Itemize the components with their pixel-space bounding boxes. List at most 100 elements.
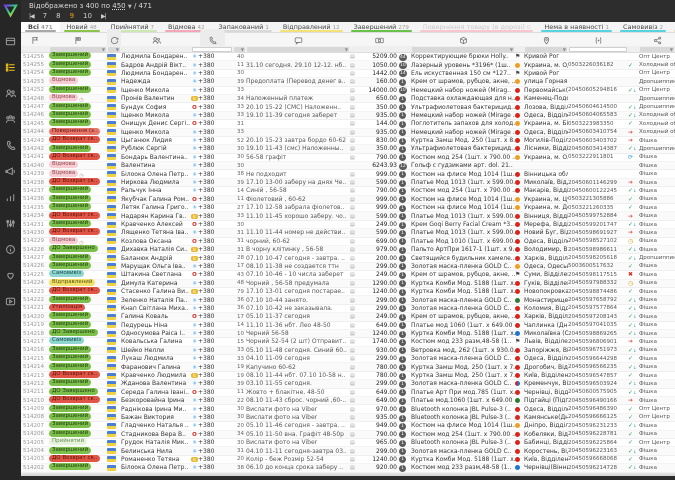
product-name[interactable]: Bluetooth колонка JBL Pulse-3 (.. <box>411 414 515 421</box>
table-row[interactable]: 514237ЗавершенийРальчук Інна✳+38014Синій… <box>21 187 675 195</box>
customer-name[interactable]: Ниркова Людмила <box>121 179 191 186</box>
support-icon[interactable] <box>0 262 21 288</box>
order-comment[interactable]: 11.10 11-36 нбт. Лео 48-50 <box>246 322 350 329</box>
order-comment[interactable]: Вислати фото на Viber <box>246 414 350 421</box>
customer-phone[interactable]: ✳+380 <box>191 330 233 337</box>
clients-icon[interactable] <box>0 106 21 132</box>
customer-phone[interactable]: ✳+380 <box>191 171 233 178</box>
delivery-city[interactable]: Харків, Відділе.. <box>524 313 568 320</box>
product-name[interactable]: Ель искуственная 150 см *127.. <box>411 70 515 77</box>
tracking-number[interactable]: 20450596503924 <box>568 381 628 387</box>
product-name[interactable]: Костюм мод 254 (1шт. х 790.00 .. <box>411 187 515 194</box>
customer-phone[interactable]: ✳+380 <box>191 280 233 287</box>
delivery-city[interactable]: Одеса, Відділен.. <box>524 112 568 119</box>
customer-phone[interactable]: ✳+380 <box>191 129 233 136</box>
product-name[interactable]: Платье Мод 1013 (1шт. х 599.00.. <box>411 213 515 220</box>
customer-phone[interactable]: O+380 <box>191 431 233 438</box>
customer-name[interactable]: Білоока Олена Петр.. <box>121 464 191 471</box>
tracking-number[interactable]: 20450599752884 <box>568 213 628 219</box>
order-comment[interactable]: 04.10 11-09 сегодня <box>246 355 350 362</box>
customer-name[interactable]: Кравченко Людмила <box>121 372 191 379</box>
customer-name[interactable]: Лукаш Людмила <box>121 355 191 362</box>
table-row[interactable]: 514203ДО Возврат ск..Романенко Тетянаlc+… <box>21 456 675 464</box>
customer-name[interactable]: Якубчак Галина Ром.. <box>121 196 191 203</box>
tracking-number[interactable]: 0503226036182 <box>568 62 628 68</box>
delivery-city[interactable]: Коростень, Від.. <box>524 448 568 455</box>
customer-name[interactable]: Стасенко Галина Ви.. <box>121 288 191 295</box>
customer-phone[interactable]: O+380 <box>191 104 233 111</box>
info-icon[interactable] <box>0 236 21 262</box>
customer-name[interactable]: Надарян Карина Гв.. <box>121 213 191 220</box>
order-comment[interactable]: 07.10 10-44 занято. <box>246 297 350 304</box>
page-button-7[interactable]: 7 <box>43 12 47 20</box>
customer-phone[interactable]: ✳+380 <box>191 297 233 304</box>
customer-phone[interactable]: lc+380 <box>191 213 233 220</box>
tracking-number[interactable]: 20450596566235 <box>568 364 628 370</box>
customer-name[interactable]: Бондарь Валентина.. <box>121 154 191 161</box>
customer-name[interactable]: Надежда <box>121 78 191 85</box>
delivery-city[interactable]: Суми, Відділенн.. <box>524 271 568 278</box>
table-row[interactable]: 514235ЗавершенийЛетяк Галина Григо..✳+38… <box>21 204 675 212</box>
table-row[interactable]: 514214ЗавершенийФаранович Галина✳+38019К… <box>21 363 675 371</box>
customer-name[interactable]: Ковальська Галина <box>121 338 191 345</box>
product-name[interactable]: Куртка Замш Мод. 250 (1шт. х 8.. <box>411 137 515 144</box>
tracking-number[interactable]: 20450600122245 <box>568 188 628 194</box>
delivery-city[interactable]: Одеса, Відділен.. <box>524 238 568 245</box>
product-name[interactable]: Золотая маска-пленка GOLD C.. <box>411 297 515 304</box>
customer-phone[interactable]: ✳+380 <box>191 62 233 69</box>
tracking-number[interactable]: 20450596806901 <box>568 339 628 345</box>
horizontal-scrollbar[interactable] <box>0 476 675 480</box>
table-row[interactable]: 514248Відмова◷Пронів Валентинlc+38034Нал… <box>21 95 675 103</box>
delivery-city[interactable]: Львів, Відділен.. <box>524 338 568 345</box>
tracking-number[interactable]: 20450596486390 <box>568 406 628 412</box>
customer-name[interactable]: Білоока Олена Петр.. <box>121 171 191 178</box>
customer-phone[interactable]: ✳+380 <box>191 305 233 312</box>
delivery-city[interactable]: Підгайці (Підга.. <box>524 397 568 404</box>
product-name[interactable]: Костюм на флисе Мод 1014 (1ш.. <box>411 204 515 211</box>
order-comment[interactable]: 08.10 11-43 сброс. чорний ,60-.. <box>246 397 350 404</box>
product-name[interactable]: Золотая маска-пленка GOLD C.. <box>411 263 515 270</box>
tracking-number[interactable]: 20450598691927 <box>568 230 628 236</box>
delivery-city[interactable]: Чаплинка (Дніп.. <box>524 322 568 329</box>
settings-icon[interactable] <box>0 210 21 236</box>
order-comment[interactable]: 19.10 11-39 сегодня заберет <box>246 112 350 119</box>
order-comment[interactable]: 11.10 11-45 хорошо заберу. чо.. <box>246 213 350 220</box>
tracking-number[interactable]: 20450596666125 <box>568 414 628 420</box>
order-comment[interactable]: чорний, 60-62 <box>246 238 350 245</box>
customer-phone[interactable]: lc+380 <box>191 288 233 295</box>
customer-name[interactable]: Валентина <box>121 162 191 169</box>
product-name[interactable]: Золотая маска-пленка GOLD C.. <box>411 380 515 387</box>
customer-phone[interactable]: ✳+380 <box>191 397 233 404</box>
customer-name[interactable]: Лященко Тетяна Іва.. <box>121 229 191 236</box>
product-name[interactable]: Куртка Замш Мод. 250 (1шт. х 7.. <box>411 372 515 379</box>
tracking-number[interactable]: 0503222911801 <box>568 154 628 160</box>
order-comment[interactable]: Фіолетовий , 60-62 <box>246 196 350 203</box>
product-name[interactable]: Крем от шрамов, рубцов, акне, .. <box>411 78 515 85</box>
customer-phone[interactable]: lc+380 <box>191 95 233 102</box>
tracking-number[interactable]: 20450596751973 <box>568 347 628 353</box>
delivery-city[interactable]: Вінниця, Відділ.. <box>524 213 568 220</box>
order-comment[interactable]: 31.10 сегодня. 29.10 12-12. нб.. <box>246 62 350 69</box>
table-row[interactable]: 514246ЗавершенийІщенко Микола✳+3803319.1… <box>21 112 675 120</box>
table-row[interactable]: 514240ВідмоваВалентина✳+380306243.9312Го… <box>21 162 675 170</box>
chevron-down-icon[interactable]: ▼ <box>128 4 132 10</box>
customer-name[interactable]: Онищук Денис Сергі.. <box>121 120 191 127</box>
delivery-city[interactable]: Одеса, Одеська.. <box>524 263 568 270</box>
product-name[interactable]: Подставка охлаждающая для н.. <box>411 95 515 102</box>
table-row[interactable]: 514254ЗавершенийЛюдмила Бондарен..✳+3803… <box>21 70 675 78</box>
table-row[interactable]: 514218ДО ЗавершеноОдносумова Раіса І..✳+… <box>21 330 675 338</box>
table-row[interactable]: 514204ЗавершенийБелинська Нила✳+3803104.… <box>21 447 675 455</box>
customer-phone[interactable]: ✳+380 <box>191 448 233 455</box>
table-row[interactable]: 514205ПрийнятийГрудок Наталія Мик..✳+380… <box>21 439 675 447</box>
order-comment[interactable]: 07.10 10-46 - 10 числа заберет <box>246 271 350 278</box>
customer-phone[interactable]: ✳+380 <box>191 422 233 429</box>
tracking-number[interactable]: 20450604065583 <box>568 112 628 118</box>
customer-name[interactable]: Жданова Валентина <box>121 380 191 387</box>
tracking-number[interactable]: 20450597041035 <box>568 322 628 328</box>
tracking-number[interactable]: 20450596490166 <box>568 398 628 404</box>
product-name[interactable]: Гольф с гудзиками арт. dol. 21.. <box>411 162 515 169</box>
order-comment[interactable]: Жовто + блакітне, 48-50 <box>246 389 350 396</box>
tracking-number[interactable]: 20450605294816 <box>568 87 628 93</box>
delivery-city[interactable]: Новий Буг, Відд.. <box>524 229 568 236</box>
table-row[interactable]: 514215ЗавершенийЛукаш Людмила✳+3803304.1… <box>21 355 675 363</box>
